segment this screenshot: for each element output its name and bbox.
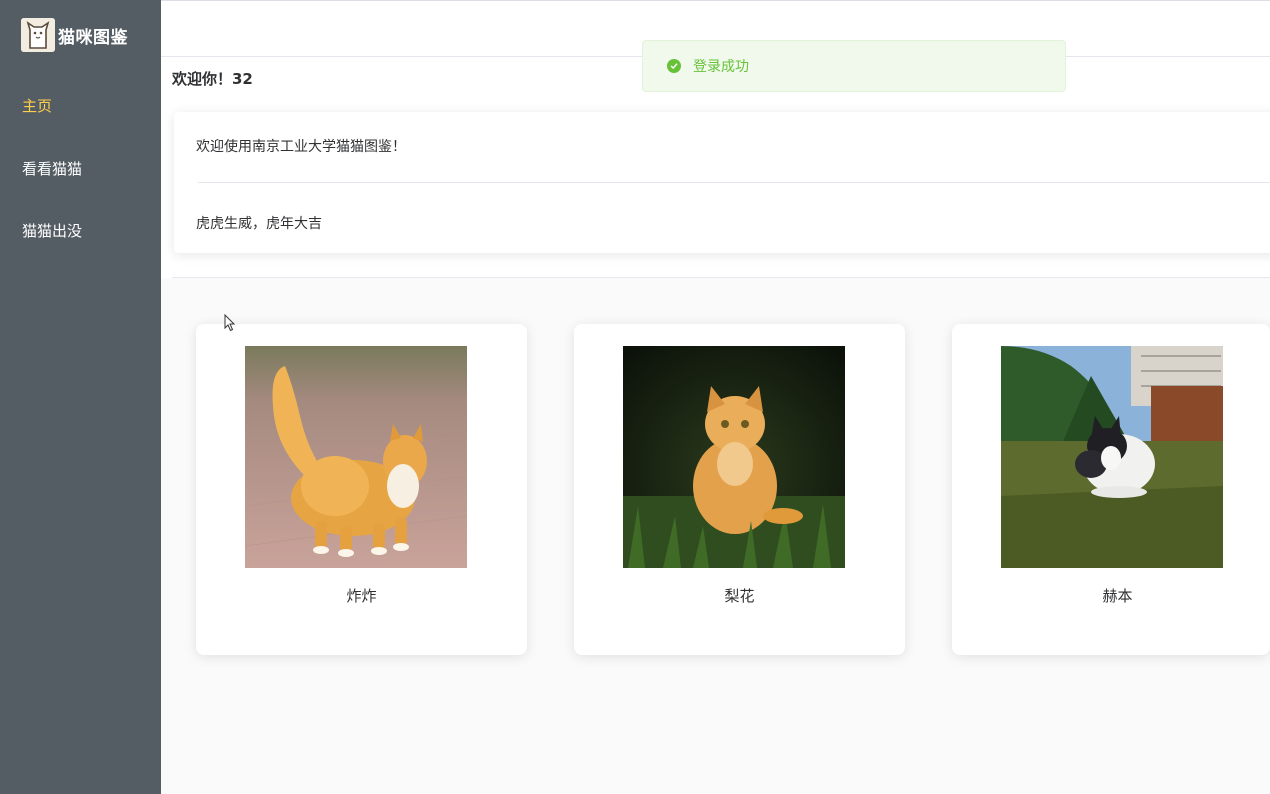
sidebar-item-home[interactable]: 主页 <box>0 77 161 133</box>
info-divider <box>198 182 1270 183</box>
cat-card[interactable]: 赫本 <box>952 324 1270 655</box>
cat-photo <box>1001 346 1223 568</box>
cat-card[interactable]: 炸炸 <box>196 324 527 655</box>
sidebar-item-label: 看看猫猫 <box>22 159 83 178</box>
info-card: 欢迎使用南京工业大学猫猫图鉴！ 虎虎生威，虎年大吉 <box>174 112 1270 253</box>
cat-name: 炸炸 <box>346 587 377 605</box>
cat-logo-icon <box>21 18 55 52</box>
sidebar-item-label: 猫猫出没 <box>22 221 83 240</box>
success-toast: 登录成功 <box>642 40 1066 92</box>
app-title: 猫咪图鉴 <box>58 27 128 48</box>
cat-name: 赫本 <box>1102 587 1133 605</box>
cat-card[interactable]: 梨花 <box>574 324 905 655</box>
info-welcome-text: 欢迎使用南京工业大学猫猫图鉴！ <box>196 139 406 155</box>
sidebar: 猫咪图鉴 主页 看看猫猫 猫猫出没 <box>0 0 161 794</box>
mouse-cursor-icon <box>224 313 236 336</box>
cat-photo <box>245 346 467 568</box>
cat-photo <box>623 346 845 568</box>
welcome-user-text: 欢迎你！32 <box>172 70 253 88</box>
sidebar-item-cat-sightings[interactable]: 猫猫出没 <box>0 202 161 258</box>
success-check-icon <box>667 59 681 73</box>
info-greeting-text: 虎虎生威，虎年大吉 <box>196 216 322 232</box>
toast-message: 登录成功 <box>693 59 749 75</box>
app-logo[interactable]: 猫咪图鉴 <box>21 18 128 52</box>
top-border <box>161 0 1270 1</box>
sidebar-item-label: 主页 <box>22 96 53 115</box>
sidebar-item-view-cats[interactable]: 看看猫猫 <box>0 140 161 196</box>
cat-name: 梨花 <box>724 587 755 605</box>
